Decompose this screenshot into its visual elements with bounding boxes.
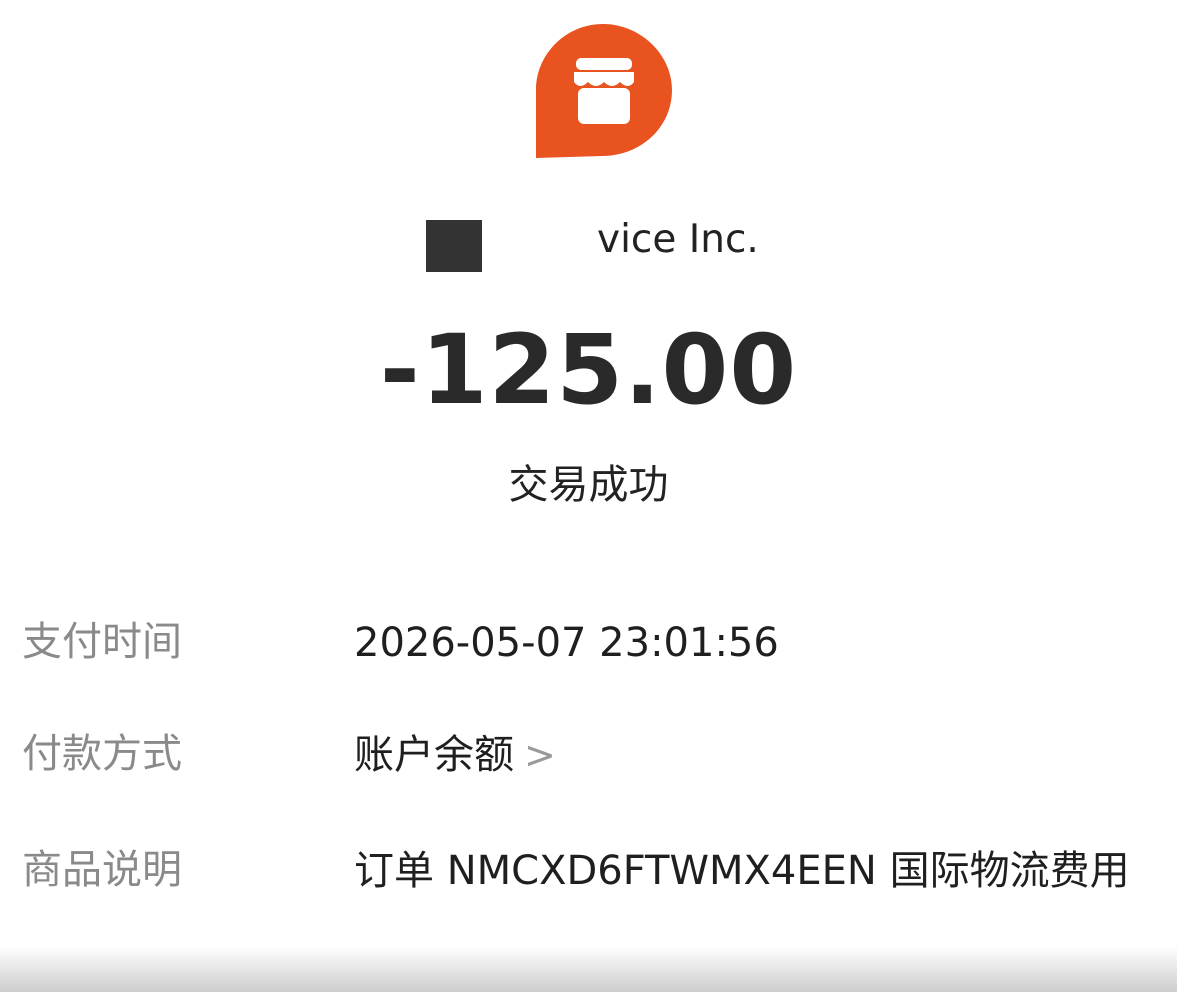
transaction-status: 交易成功 [508,462,669,508]
chevron-right-icon[interactable]: > [524,726,556,784]
pay-time-label: 支付时间 [22,619,182,665]
merchant-logo-icon [528,18,678,164]
transaction-amount: -125.00 [379,314,798,426]
redaction-block [426,220,482,272]
merchant-name-row: vice Inc. [0,212,1177,276]
pay-time-value: 2026-05-07 23:01:56 [354,620,779,666]
bottom-shadow [0,946,1177,992]
description-label: 商品说明 [22,847,182,893]
merchant-name: vice Inc. [597,217,759,262]
pay-method-label: 付款方式 [22,731,182,777]
description-value: 订单 NMCXD6FTWMX4EEN 国际物流费用 [354,848,1130,894]
pay-method-value[interactable]: 账户余额 > [354,726,1154,784]
pay-method-text[interactable]: 账户余额 [354,732,514,778]
